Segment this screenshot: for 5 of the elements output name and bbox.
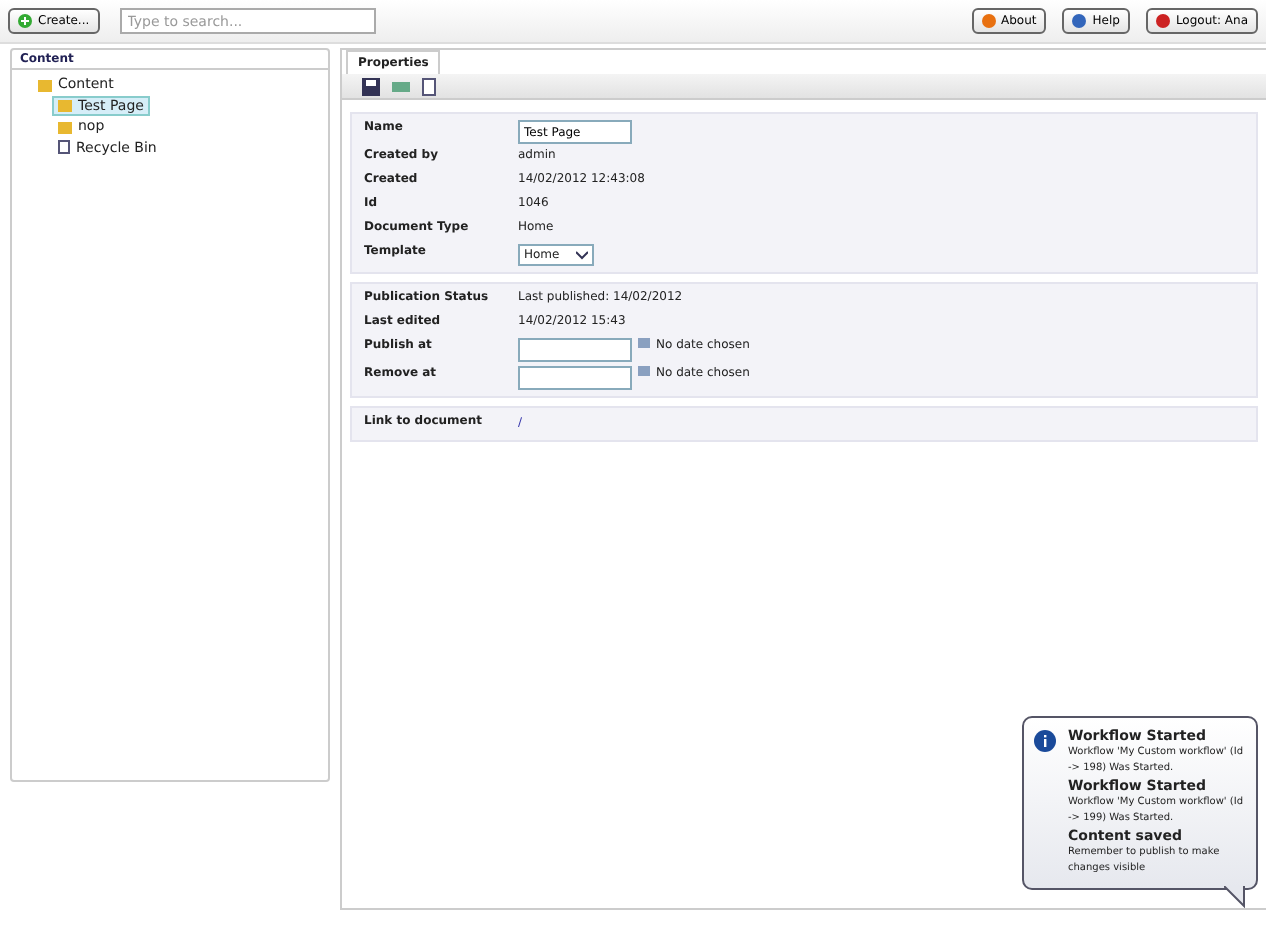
date-field[interactable]	[518, 366, 632, 390]
caret-icon	[576, 250, 588, 260]
date-field[interactable]	[518, 338, 632, 362]
save-icon[interactable]	[362, 77, 380, 95]
plus-icon	[18, 14, 32, 28]
